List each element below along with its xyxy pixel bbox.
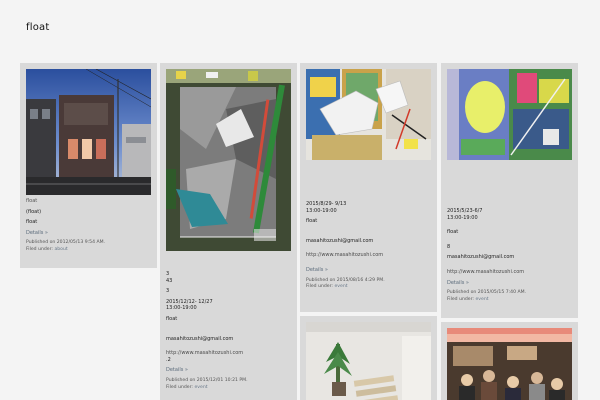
- contact-email[interactable]: masahitozushi@gmail.com: [166, 336, 291, 343]
- website-link[interactable]: http://www.masahitozushi.com: [166, 350, 291, 357]
- collage-poster-image: [166, 69, 291, 251]
- website-link[interactable]: http://www.masahitozushi.com: [447, 269, 572, 276]
- details-link[interactable]: Details »: [166, 367, 291, 374]
- details-link[interactable]: Details »: [26, 230, 151, 237]
- post-thumbnail-gallery[interactable]: [306, 322, 431, 400]
- filed-under-label: Filed under:: [447, 296, 474, 302]
- event-venue: float: [166, 315, 178, 322]
- post-card-about: float (float) float Details » Published …: [20, 63, 157, 268]
- post-thumbnail-painting[interactable]: [447, 69, 572, 160]
- filed-under-label: Filed under:: [306, 284, 333, 290]
- event-hours: 13:00-19:00: [447, 214, 478, 221]
- gallery-interior-photo-image: [306, 322, 431, 400]
- house-photo-image: [26, 69, 151, 195]
- sculpture-photo-image: [306, 69, 431, 160]
- published-date: Published on 2015/12/01 10:21 PM.: [166, 377, 248, 383]
- filed-under-label: Filed under:: [166, 384, 193, 390]
- category-link-about[interactable]: about: [54, 247, 67, 252]
- filed-under: Filed under: event: [166, 385, 291, 392]
- filed-under: Filed under: about: [26, 247, 151, 254]
- post-text-line: .2: [166, 356, 171, 363]
- category-link-event[interactable]: event: [194, 385, 207, 390]
- post-text-line: 3: [166, 288, 170, 295]
- post-thumbnail-sculpture[interactable]: [306, 69, 431, 160]
- event-venue: float: [306, 218, 318, 225]
- post-thumbnail-house[interactable]: [26, 69, 151, 195]
- crowd-photo-image: [447, 328, 572, 400]
- post-text-line: 8: [447, 243, 451, 250]
- event-hours: 13:00-19:00: [166, 305, 197, 312]
- post-text-line: float: [26, 219, 38, 226]
- event-venue: float: [447, 229, 459, 236]
- details-link[interactable]: Details »: [447, 280, 572, 287]
- published-date: Published on 2015/05/15 7:40 AM.: [447, 290, 527, 296]
- site-title[interactable]: float: [26, 22, 49, 33]
- website-link[interactable]: http://www.masahitozushi.com: [306, 252, 431, 259]
- details-link[interactable]: Details »: [306, 267, 431, 274]
- post-card-event-1: 3 43 3 2015/12/12- 12/27 13:00-19:00 flo…: [160, 63, 297, 400]
- post-text-line: 43: [166, 277, 173, 284]
- painting-poster-image: [447, 69, 572, 160]
- event-dates: 2015/8/29- 9/13: [306, 201, 347, 207]
- event-dates: 2015/5/23-6/7: [447, 208, 483, 214]
- filed-under: Filed under: event: [306, 284, 431, 291]
- contact-email[interactable]: masahitozushi@gmail.com: [306, 238, 431, 245]
- post-card-event-2: 2015/8/29- 9/13 13:00-19:00 float masahi…: [300, 63, 437, 312]
- post-text-line: 3: [166, 271, 170, 277]
- published-date: Published on 2012/05/13 9:54 AM.: [26, 240, 106, 246]
- post-card-event-3: 2015/5/23-6/7 13:00-19:00 float 8 masahi…: [441, 63, 578, 318]
- contact-email[interactable]: masahitozushi@gmail.com: [447, 254, 572, 261]
- post-text-line: (float): [26, 208, 42, 215]
- category-link-event[interactable]: event: [334, 284, 347, 289]
- post-thumbnail-crowd[interactable]: [447, 328, 572, 400]
- event-dates: 2015/12/12- 12/27: [166, 298, 213, 305]
- post-card-crowd: [441, 322, 578, 400]
- post-card-gallery: [300, 316, 437, 400]
- filed-under: Filed under: event: [447, 297, 572, 304]
- post-title[interactable]: float: [26, 198, 151, 205]
- event-hours: 13:00-19:00: [306, 207, 337, 214]
- category-link-event[interactable]: event: [475, 297, 488, 302]
- post-thumbnail-collage[interactable]: [166, 69, 291, 251]
- filed-under-label: Filed under:: [26, 246, 53, 252]
